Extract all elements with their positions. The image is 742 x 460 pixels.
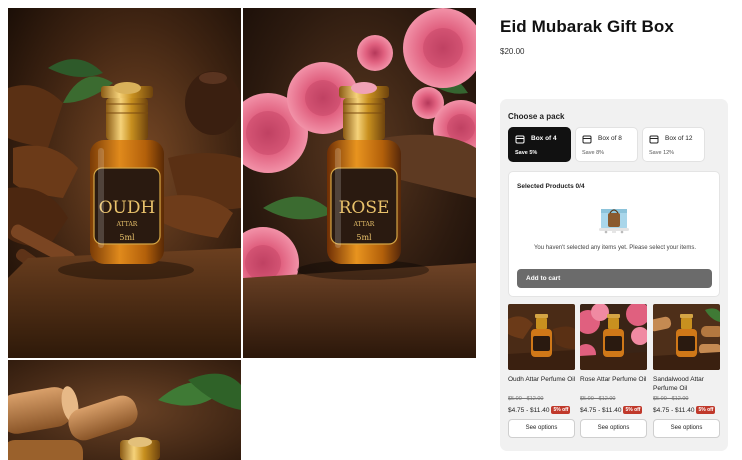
rose-bottle-photo: ROSE ATTAR 5ml xyxy=(243,8,476,358)
pack-savings: Save 12% xyxy=(649,150,675,156)
svg-text:5ml: 5ml xyxy=(356,233,372,242)
discount-badge: 5% off xyxy=(623,406,643,414)
empty-bag-icon xyxy=(596,203,632,235)
gift-box-icon xyxy=(582,134,592,144)
gallery-image-rose[interactable]: ROSE ATTAR 5ml xyxy=(243,8,476,358)
product-name[interactable]: Rose Attar Perfume Oil xyxy=(580,375,650,384)
gift-box-icon xyxy=(515,134,525,144)
original-price: $5.00 - $12.00 xyxy=(580,396,616,402)
pack-name: Box of 12 xyxy=(665,135,693,142)
pack-option-box-of-8[interactable]: Box of 8 Save 8% xyxy=(575,127,638,162)
original-price: $5.00 - $12.00 xyxy=(508,396,544,402)
sale-price-value: $4.75 - $11.40 xyxy=(508,407,550,414)
product-title: Eid Mubarak Gift Box xyxy=(500,17,674,36)
sale-price-value: $4.75 - $11.40 xyxy=(653,407,695,414)
sale-price: $4.75 - $11.40 5% off xyxy=(580,406,643,414)
bundle-builder-panel: Choose a pack Box of 4 Save 5% Box of 8 … xyxy=(500,99,728,451)
gift-box-icon xyxy=(649,134,659,144)
pack-savings: Save 5% xyxy=(515,150,538,156)
svg-text:ROSE: ROSE xyxy=(339,198,390,218)
product-thumbnail[interactable] xyxy=(653,304,720,370)
add-to-cart-button[interactable]: Add to cart xyxy=(517,269,712,288)
sale-price: $4.75 - $11.40 5% off xyxy=(653,406,716,414)
choose-pack-label: Choose a pack xyxy=(508,112,565,121)
empty-selection-message: You haven't selected any items yet. Plea… xyxy=(533,245,696,251)
product-thumbnail[interactable] xyxy=(508,304,575,370)
gallery-image-oudh[interactable]: OUDH ATTAR 5ml xyxy=(8,8,241,358)
see-options-button[interactable]: See options xyxy=(508,419,575,438)
sale-price: $4.75 - $11.40 5% off xyxy=(508,406,571,414)
discount-badge: 5% off xyxy=(551,406,571,414)
original-price: $5.00 - $12.00 xyxy=(653,396,689,402)
product-thumbnail[interactable] xyxy=(580,304,647,370)
product-name[interactable]: Oudh Attar Perfume Oil xyxy=(508,375,578,384)
see-options-button[interactable]: See options xyxy=(653,419,720,438)
svg-text:ATTAR: ATTAR xyxy=(116,221,138,228)
product-gallery: OUDH ATTAR 5ml ROSE ATTAR 5ml xyxy=(8,8,476,460)
product-name[interactable]: Sandalwood Attar Perfume Oil xyxy=(653,375,723,393)
sale-price-value: $4.75 - $11.40 xyxy=(580,407,622,414)
product-card-rose: Rose Attar Perfume Oil $5.00 - $12.00 $4… xyxy=(580,304,647,442)
selected-products-count: Selected Products 0/4 xyxy=(517,183,585,190)
product-price: $20.00 xyxy=(500,47,525,56)
product-card-list: Oudh Attar Perfume Oil $5.00 - $12.00 $4… xyxy=(508,304,720,444)
discount-badge: 5% off xyxy=(696,406,716,414)
see-options-button[interactable]: See options xyxy=(580,419,647,438)
pack-option-box-of-4[interactable]: Box of 4 Save 5% xyxy=(508,127,571,162)
oudh-bottle-photo: OUDH ATTAR 5ml xyxy=(8,8,241,358)
sandalwood-bottle-photo xyxy=(8,360,241,460)
pack-option-box-of-12[interactable]: Box of 12 Save 12% xyxy=(642,127,705,162)
gallery-image-sandalwood[interactable] xyxy=(8,360,241,460)
product-card-sandalwood: Sandalwood Attar Perfume Oil $5.00 - $12… xyxy=(653,304,720,442)
pack-options: Box of 4 Save 5% Box of 8 Save 8% Box of… xyxy=(508,127,718,162)
pack-savings: Save 8% xyxy=(582,150,605,156)
pack-name: Box of 4 xyxy=(531,135,557,142)
svg-text:OUDH: OUDH xyxy=(99,198,156,218)
product-card-oudh: Oudh Attar Perfume Oil $5.00 - $12.00 $4… xyxy=(508,304,575,442)
selected-products-box: Selected Products 0/4 You haven't select… xyxy=(508,171,720,297)
svg-text:ATTAR: ATTAR xyxy=(353,221,375,228)
pack-name: Box of 8 xyxy=(598,135,622,142)
svg-text:5ml: 5ml xyxy=(119,233,135,242)
